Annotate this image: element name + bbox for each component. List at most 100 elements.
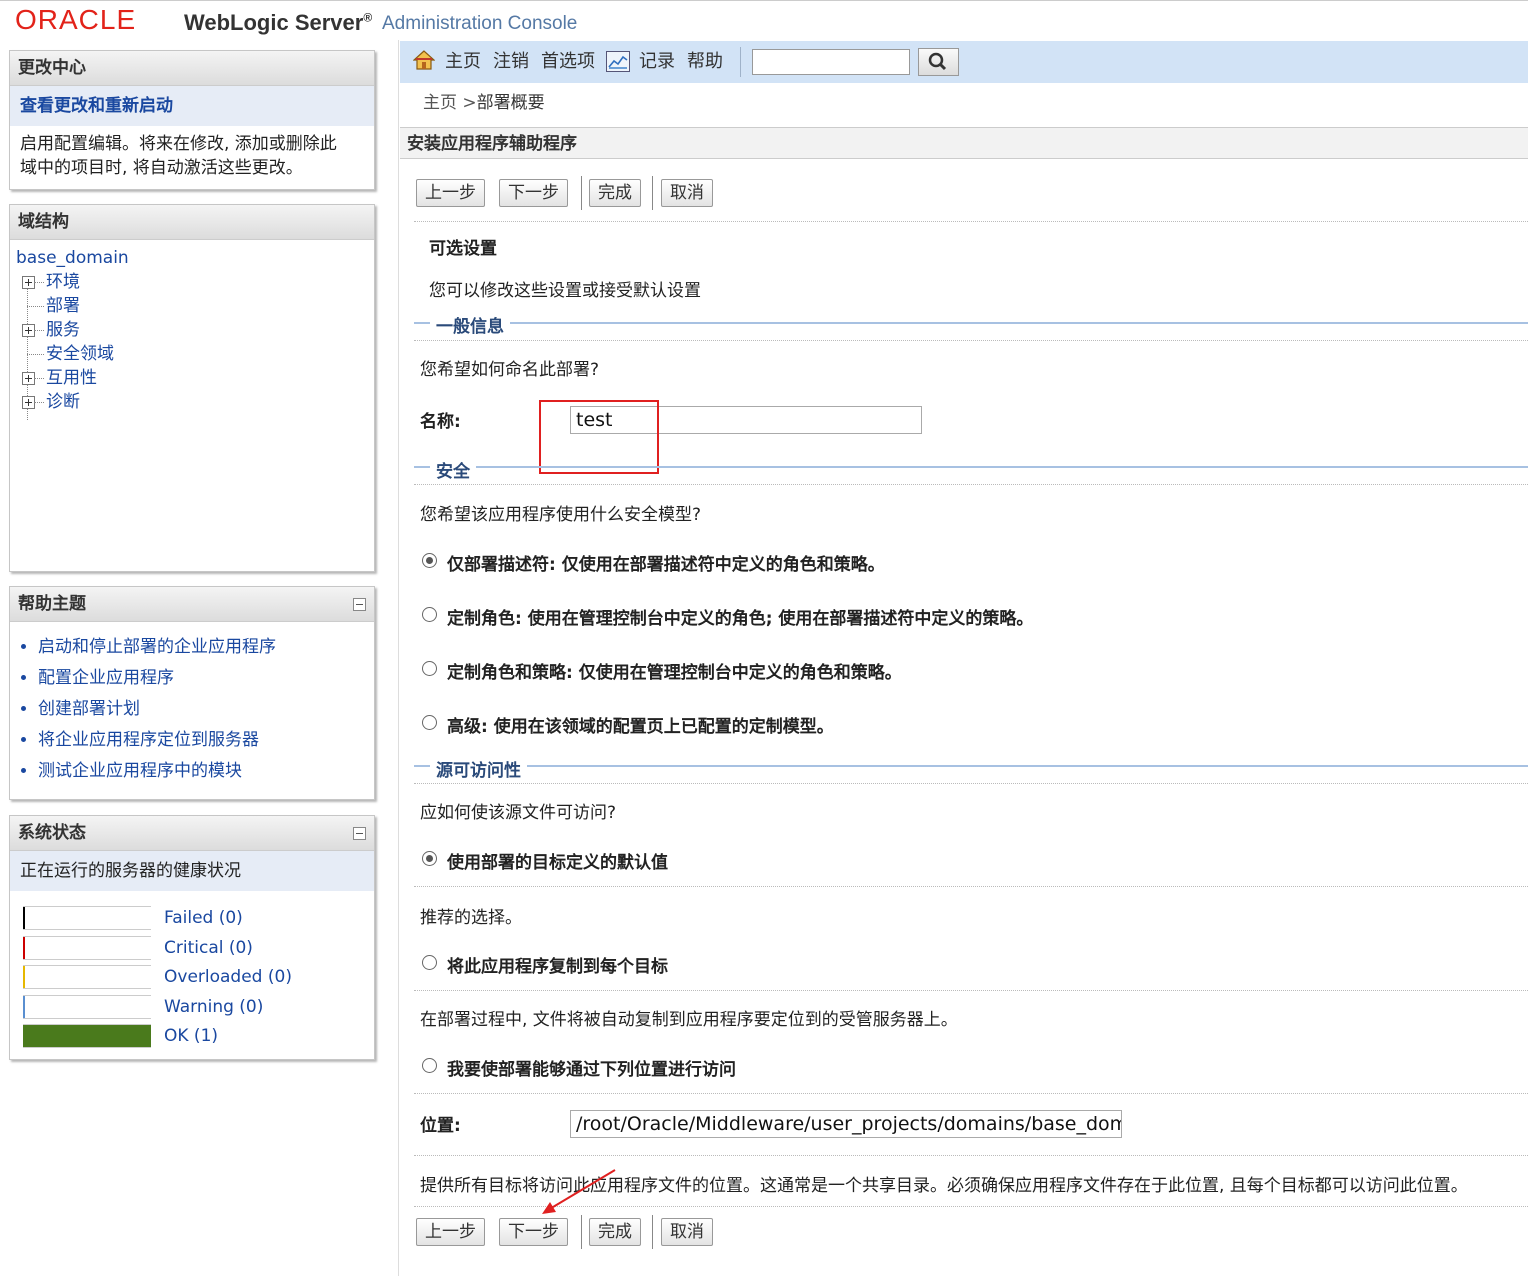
security-heading: 安全 xyxy=(430,457,476,482)
divider xyxy=(414,340,1528,341)
radio-label-custom-location[interactable]: 我要使部署能够通过下列位置进行访问 xyxy=(447,1055,736,1080)
status-bar xyxy=(23,1024,151,1048)
next-button-bottom[interactable]: 下一步 xyxy=(499,1218,568,1246)
radio-label-dd-only[interactable]: 仅部署描述符: 仅使用在部署描述符中定义的角色和策略。 xyxy=(447,550,885,575)
next-button-top[interactable]: 下一步 xyxy=(499,179,568,207)
status-bar xyxy=(23,936,151,960)
section-line xyxy=(414,765,1528,767)
column-divider xyxy=(398,40,399,1276)
toolbar-help-link[interactable]: 帮助 xyxy=(687,41,723,83)
section-line xyxy=(414,466,1528,468)
cancel-button-bottom[interactable]: 取消 xyxy=(661,1218,713,1246)
breadcrumb-current: 部署概要 xyxy=(476,93,545,113)
source-accessibility-heading: 源可访问性 xyxy=(430,756,527,781)
help-topics-panel: 帮助主题 启动和停止部署的企业应用程序 配置企业应用程序 创建部署计划 将企业应… xyxy=(9,586,375,800)
tree-item-services[interactable]: 服务 xyxy=(16,318,368,342)
radio-custom-roles-policies[interactable] xyxy=(422,661,437,676)
status-bar xyxy=(23,906,151,930)
finish-button-top[interactable]: 完成 xyxy=(589,179,641,207)
help-link[interactable]: 测试企业应用程序中的模块 xyxy=(38,756,374,787)
home-icon[interactable] xyxy=(413,49,435,71)
toolbar-separator xyxy=(740,47,741,77)
domain-structure-title: 域结构 xyxy=(10,205,374,240)
divider xyxy=(414,484,1528,485)
help-link[interactable]: 配置企业应用程序 xyxy=(38,663,374,694)
tree-item-environment[interactable]: 环境 xyxy=(16,270,368,294)
help-link[interactable]: 将企业应用程序定位到服务器 xyxy=(38,725,374,756)
status-bar-edge xyxy=(23,966,25,988)
toolbar-preferences-link[interactable]: 首选项 xyxy=(541,41,595,83)
toolbar-record-link[interactable]: 记录 xyxy=(639,41,675,83)
divider xyxy=(414,221,1528,222)
radio-dd-only[interactable] xyxy=(422,553,437,568)
status-bar-edge xyxy=(23,996,25,1018)
status-link[interactable]: Failed (0) xyxy=(164,904,243,932)
source-question: 应如何使该源文件可访问? xyxy=(420,803,617,823)
help-link[interactable]: 启动和停止部署的企业应用程序 xyxy=(38,632,374,663)
back-button-top[interactable]: 上一步 xyxy=(416,179,485,207)
radio-label-copy-to-targets[interactable]: 将此应用程序复制到每个目标 xyxy=(447,952,668,977)
radio-copy-to-targets[interactable] xyxy=(422,955,437,970)
tree-item-deployments[interactable]: 部署 xyxy=(16,294,368,318)
status-link[interactable]: Warning (0) xyxy=(164,993,263,1021)
name-question: 您希望如何命名此部署? xyxy=(420,360,600,380)
button-separator xyxy=(581,1215,582,1249)
status-bar xyxy=(23,965,151,989)
annotation-arrow-icon xyxy=(542,1169,616,1214)
highlight-box xyxy=(539,400,659,474)
radio-custom-roles[interactable] xyxy=(422,607,437,622)
tree-item-interoperability[interactable]: 互用性 xyxy=(16,366,368,390)
radio-custom-location[interactable] xyxy=(422,1058,437,1073)
divider xyxy=(414,886,1528,887)
app-header: ORACLE WebLogic Server® Administration C… xyxy=(0,0,1528,41)
domain-structure-panel: 域结构 base_domain 环境 部署 服务 安全领域 互用性 诊断 xyxy=(9,204,375,572)
system-status-panel: 系统状态 正在运行的服务器的健康状况 Failed (0) Critical (0… xyxy=(9,815,375,1060)
status-link[interactable]: Overloaded (0) xyxy=(164,963,292,991)
tree-root-base-domain[interactable]: base_domain xyxy=(16,246,368,270)
toolbar-logout-link[interactable]: 注销 xyxy=(493,41,529,83)
breadcrumb-separator: > xyxy=(462,93,477,113)
section-line xyxy=(414,322,1528,324)
radio-label-default-target[interactable]: 使用部署的目标定义的默认值 xyxy=(447,848,668,873)
breadcrumb: 主页 >部署概要 xyxy=(423,88,545,113)
general-info-heading: 一般信息 xyxy=(430,312,510,337)
status-bar-edge xyxy=(23,907,25,929)
status-bar-edge xyxy=(23,937,25,959)
breadcrumb-home[interactable]: 主页 xyxy=(423,93,457,113)
button-separator xyxy=(581,176,582,210)
cancel-button-top[interactable]: 取消 xyxy=(661,179,713,207)
radio-default-target[interactable] xyxy=(422,851,437,866)
back-button-bottom[interactable]: 上一步 xyxy=(416,1218,485,1246)
divider xyxy=(414,1155,1528,1156)
status-link[interactable]: Critical (0) xyxy=(164,934,253,962)
page-title: 安装应用程序辅助程序 xyxy=(400,127,1528,159)
help-link[interactable]: 创建部署计划 xyxy=(38,694,374,725)
collapse-icon[interactable] xyxy=(353,598,366,611)
radio-label-custom-roles[interactable]: 定制角色: 使用在管理控制台中定义的角色; 使用在部署描述符中定义的策略。 xyxy=(447,604,1033,629)
collapse-icon[interactable] xyxy=(353,827,366,840)
radio-label-custom-roles-policies[interactable]: 定制角色和策略: 仅使用在管理控制台中定义的角色和策略。 xyxy=(447,658,902,683)
product-name: WebLogic Server® xyxy=(184,10,373,35)
toolbar: 主页 注销 首选项 记录 帮助 xyxy=(400,41,1528,83)
finish-button-bottom[interactable]: 完成 xyxy=(589,1218,641,1246)
search-input[interactable] xyxy=(752,49,910,75)
record-chart-icon[interactable] xyxy=(606,51,630,72)
help-topics-list: 启动和停止部署的企业应用程序 配置企业应用程序 创建部署计划 将企业应用程序定位… xyxy=(10,632,374,787)
divider xyxy=(414,1093,1528,1094)
status-link[interactable]: OK (1) xyxy=(164,1022,218,1050)
radio-advanced[interactable] xyxy=(422,715,437,730)
location-input[interactable]: /root/Oracle/Middleware/user_projects/do… xyxy=(570,1110,1122,1138)
health-subtitle: 正在运行的服务器的健康状况 xyxy=(10,851,374,891)
search-button[interactable] xyxy=(918,48,959,76)
status-bar xyxy=(23,995,151,1019)
toolbar-home-link[interactable]: 主页 xyxy=(445,41,481,83)
system-status-title: 系统状态 xyxy=(10,816,374,851)
tree-item-diagnostics[interactable]: 诊断 xyxy=(16,390,368,414)
copy-note: 在部署过程中, 文件将被自动复制到应用程序要定位到的受管服务器上。 xyxy=(420,1010,958,1030)
radio-label-advanced[interactable]: 高级: 使用在该领域的配置页上已配置的定制模型。 xyxy=(447,712,834,737)
button-separator xyxy=(652,176,653,210)
optional-settings-heading: 可选设置 xyxy=(429,239,497,259)
change-center-panel: 更改中心 查看更改和重新启动 启用配置编辑。将来在修改, 添加或删除此 域中的项… xyxy=(9,50,375,190)
tree-item-security-realms[interactable]: 安全领域 xyxy=(16,342,368,366)
view-changes-restart-link[interactable]: 查看更改和重新启动 xyxy=(10,86,374,126)
